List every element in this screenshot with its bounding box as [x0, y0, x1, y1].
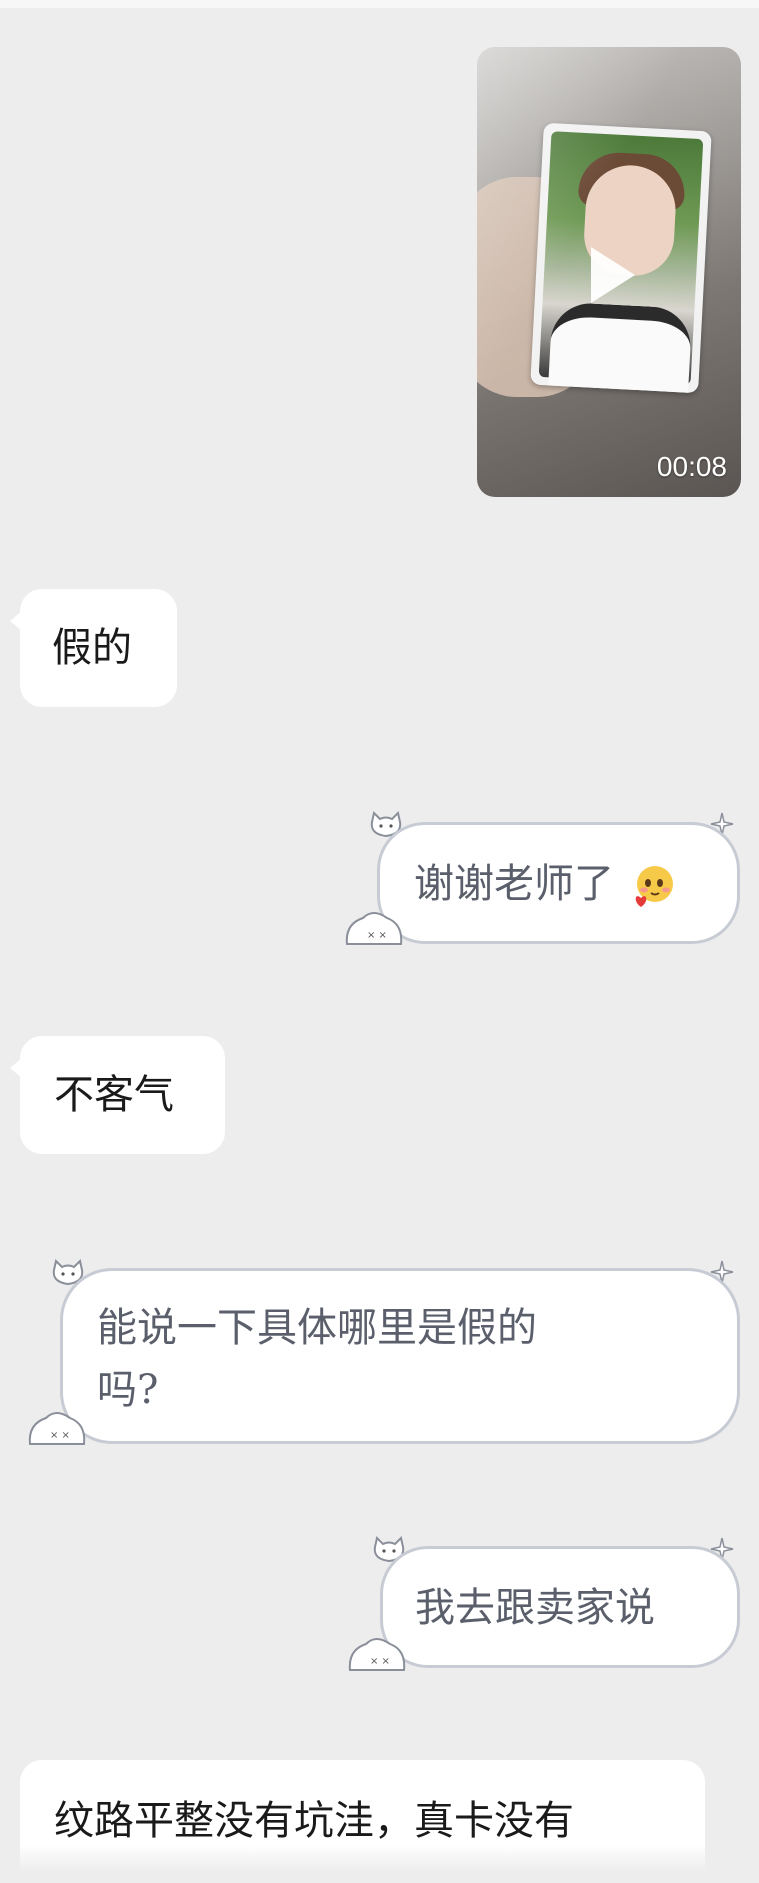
message-text-line-1: 能说一下具体哪里是假的 — [97, 1305, 537, 1351]
message-text: 我去跟卖家说 — [415, 1585, 655, 1631]
svg-text:× ×: × × — [370, 1656, 390, 1667]
svg-text:× ×: × × — [50, 1430, 70, 1441]
message-text: 纹路平整没有坑洼，真卡没有 — [54, 1798, 574, 1844]
message-bubble-received[interactable]: 假的 — [10, 589, 177, 707]
svg-text:× ×: × × — [367, 930, 387, 941]
bottom-fade — [0, 1845, 759, 1883]
blushing-heart-emoji-icon — [635, 866, 673, 907]
message-text: 谢谢老师了 — [414, 861, 614, 907]
message-text: 不客气 — [54, 1072, 174, 1118]
message-bubble-sent[interactable]: 能说一下具体哪里是假的 吗? — [60, 1268, 740, 1444]
video-message[interactable]: 00:08 — [477, 47, 741, 497]
message-text: 假的 — [52, 625, 132, 671]
message-bubble-sent[interactable]: 我去跟卖家说 — [380, 1546, 740, 1668]
play-icon[interactable] — [591, 247, 635, 303]
ghost-sticker-icon: × × — [28, 1412, 86, 1445]
message-bubble-sent[interactable]: 谢谢老师了 — [377, 822, 740, 944]
ghost-sticker-icon: × × — [348, 1638, 406, 1671]
ghost-sticker-icon: × × — [345, 912, 403, 945]
message-bubble-received[interactable]: 不客气 — [10, 1036, 225, 1154]
video-duration: 00:08 — [656, 451, 727, 482]
top-bar — [0, 0, 759, 8]
message-text-line-2: 吗? — [97, 1367, 159, 1413]
